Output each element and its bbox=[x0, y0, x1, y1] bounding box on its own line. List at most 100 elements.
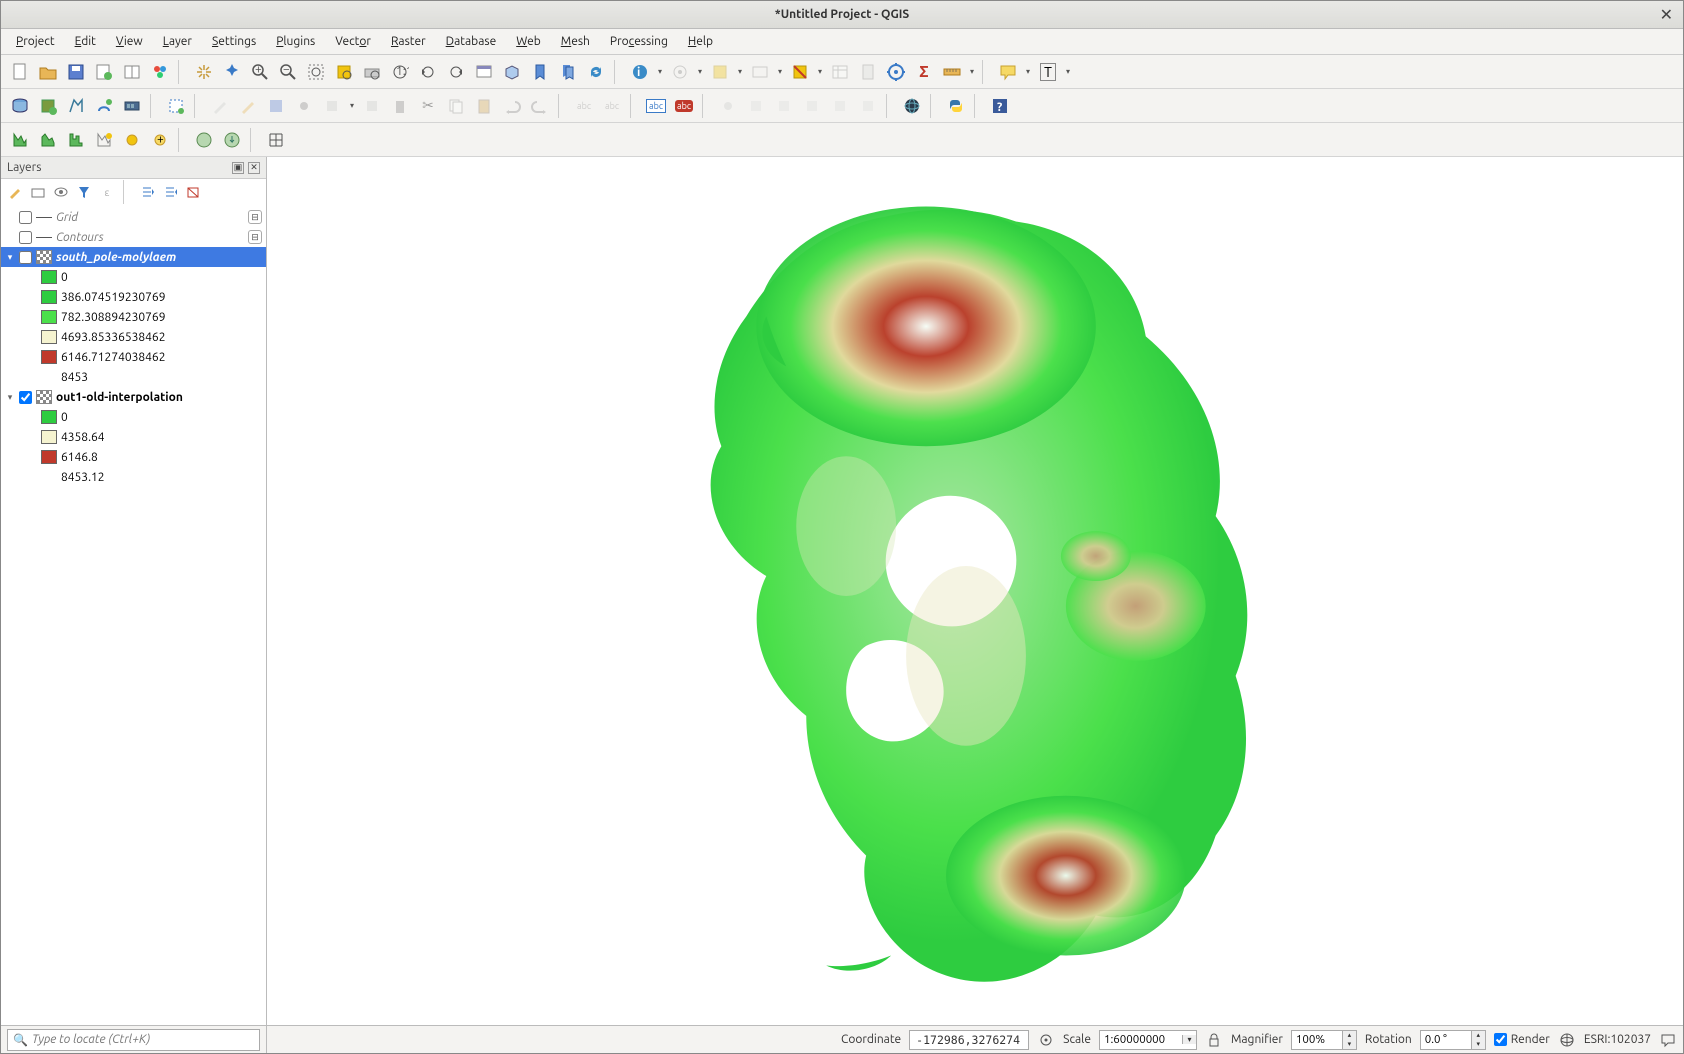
coordinate-value[interactable]: -172986,3276274 bbox=[909, 1030, 1029, 1050]
menu-mesh[interactable]: Mesh bbox=[552, 32, 599, 51]
zoom-to-selection-button[interactable] bbox=[331, 59, 357, 85]
legend-item[interactable]: 782.308894230769 bbox=[1, 307, 266, 327]
identify-dropdown[interactable]: ▾ bbox=[655, 67, 665, 76]
identify-button[interactable]: i bbox=[627, 59, 653, 85]
cumulative-cut-button[interactable] bbox=[63, 127, 89, 153]
layer-south-pole[interactable]: ▾ south_pole-molylaem bbox=[1, 247, 266, 267]
action-dropdown[interactable]: ▾ bbox=[695, 67, 705, 76]
collapse-icon[interactable]: ⊟ bbox=[248, 230, 262, 244]
legend-item[interactable]: 0 bbox=[1, 267, 266, 287]
decrease-brightness-button[interactable] bbox=[119, 127, 145, 153]
new-virtual-layer-button[interactable] bbox=[119, 93, 145, 119]
open-project-button[interactable] bbox=[35, 59, 61, 85]
open-data-source-button[interactable] bbox=[7, 93, 33, 119]
new-map-view-button[interactable] bbox=[471, 59, 497, 85]
legend-item[interactable]: 4693.85336538462 bbox=[1, 327, 266, 347]
layer-style-button[interactable] bbox=[5, 182, 25, 202]
map-tips-button[interactable] bbox=[995, 59, 1021, 85]
local-histogram-button[interactable] bbox=[7, 127, 33, 153]
render-checkbox[interactable]: Render bbox=[1494, 1033, 1550, 1046]
zoom-next-button[interactable] bbox=[443, 59, 469, 85]
manage-visibility-button[interactable] bbox=[51, 182, 71, 202]
show-bookmarks-button[interactable] bbox=[555, 59, 581, 85]
layer-contours[interactable]: Contours ⊟ bbox=[1, 227, 266, 247]
rotation-input[interactable]: ▴▾ bbox=[1420, 1030, 1486, 1050]
grid-button[interactable] bbox=[263, 127, 289, 153]
menu-plugins[interactable]: Plugins bbox=[267, 32, 324, 51]
new-shapefile-button[interactable] bbox=[63, 93, 89, 119]
zoom-last-button[interactable] bbox=[415, 59, 441, 85]
expand-all-button[interactable] bbox=[137, 182, 157, 202]
osm-download-button[interactable] bbox=[219, 127, 245, 153]
toggle-extents-icon[interactable] bbox=[1037, 1031, 1055, 1049]
scale-input[interactable]: ▾ bbox=[1099, 1030, 1197, 1050]
panel-close-icon[interactable]: ✕ bbox=[248, 162, 260, 174]
close-icon[interactable]: ✕ bbox=[1660, 5, 1673, 24]
layer-out1[interactable]: ▾ out1-old-interpolation bbox=[1, 387, 266, 407]
select-value-dropdown[interactable]: ▾ bbox=[775, 67, 785, 76]
layer-labeling-button[interactable]: abc bbox=[643, 93, 669, 119]
panel-float-icon[interactable]: ▣ bbox=[232, 162, 244, 174]
layer-grid-checkbox[interactable] bbox=[19, 211, 32, 224]
select-dropdown[interactable]: ▾ bbox=[735, 67, 745, 76]
zoom-native-button[interactable]: 1:1 bbox=[387, 59, 413, 85]
zoom-out-button[interactable]: − bbox=[275, 59, 301, 85]
legend-item[interactable]: 0 bbox=[1, 407, 266, 427]
save-project-button[interactable] bbox=[63, 59, 89, 85]
menu-project[interactable]: Project bbox=[7, 32, 64, 51]
deselect-dropdown[interactable]: ▾ bbox=[815, 67, 825, 76]
menu-view[interactable]: View bbox=[107, 32, 152, 51]
new-geopackage-button[interactable] bbox=[35, 93, 61, 119]
toolbox-button[interactable] bbox=[883, 59, 909, 85]
zoom-in-button[interactable]: + bbox=[247, 59, 273, 85]
collapse-icon[interactable]: ⊟ bbox=[248, 210, 262, 224]
filter-legend-button[interactable] bbox=[74, 182, 94, 202]
pan-button[interactable] bbox=[191, 59, 217, 85]
refresh-button[interactable] bbox=[583, 59, 609, 85]
menu-web[interactable]: Web bbox=[507, 32, 550, 51]
text-annotation-button[interactable]: T bbox=[1035, 59, 1061, 85]
style-manager-button[interactable] bbox=[147, 59, 173, 85]
layer-grid[interactable]: Grid ⊟ bbox=[1, 207, 266, 227]
full-histogram-button[interactable] bbox=[35, 127, 61, 153]
menu-help[interactable]: Help bbox=[679, 32, 722, 51]
increase-contrast-button[interactable]: + bbox=[147, 127, 173, 153]
crs-icon[interactable] bbox=[1558, 1031, 1576, 1049]
menu-settings[interactable]: Settings bbox=[203, 32, 265, 51]
pan-to-selection-button[interactable] bbox=[219, 59, 245, 85]
locator-input[interactable] bbox=[7, 1029, 260, 1051]
increase-brightness-button[interactable] bbox=[91, 127, 117, 153]
legend-item[interactable]: 386.074519230769 bbox=[1, 287, 266, 307]
python-console-button[interactable] bbox=[943, 93, 969, 119]
menu-layer[interactable]: Layer bbox=[154, 32, 201, 51]
map-canvas[interactable] bbox=[267, 157, 1683, 1025]
menu-database[interactable]: Database bbox=[437, 32, 506, 51]
new-3d-view-button[interactable] bbox=[499, 59, 525, 85]
legend-item[interactable]: 6146.8 bbox=[1, 447, 266, 467]
crs-value[interactable]: ESRI:102037 bbox=[1584, 1033, 1651, 1046]
layer-contours-checkbox[interactable] bbox=[19, 231, 32, 244]
help-button[interactable]: ? bbox=[987, 93, 1013, 119]
legend-item[interactable]: 6146.71274038462 bbox=[1, 347, 266, 367]
layer-diagram-button[interactable]: abc bbox=[671, 93, 697, 119]
zoom-to-layer-button[interactable] bbox=[359, 59, 385, 85]
menu-raster[interactable]: Raster bbox=[382, 32, 435, 51]
osm-place-button[interactable] bbox=[191, 127, 217, 153]
add-group-button[interactable] bbox=[28, 182, 48, 202]
messages-icon[interactable] bbox=[1659, 1031, 1677, 1049]
legend-item[interactable]: 8453.12 bbox=[1, 467, 266, 487]
magnifier-input[interactable]: ▴▾ bbox=[1291, 1030, 1357, 1050]
new-project-button[interactable] bbox=[7, 59, 33, 85]
lock-scale-icon[interactable] bbox=[1205, 1031, 1223, 1049]
menu-vector[interactable]: Vector bbox=[326, 32, 380, 51]
statistical-summary-button[interactable]: Σ bbox=[911, 59, 937, 85]
annotation-dropdown[interactable]: ▾ bbox=[1063, 67, 1073, 76]
legend-item[interactable]: 8453 bbox=[1, 367, 266, 387]
show-layout-manager-button[interactable] bbox=[119, 59, 145, 85]
menu-processing[interactable]: Processing bbox=[601, 32, 677, 51]
metasearch-button[interactable] bbox=[899, 93, 925, 119]
new-scratch-layer-button[interactable] bbox=[163, 93, 189, 119]
measure-dropdown[interactable]: ▾ bbox=[967, 67, 977, 76]
new-spatialite-button[interactable] bbox=[91, 93, 117, 119]
zoom-full-button[interactable] bbox=[303, 59, 329, 85]
